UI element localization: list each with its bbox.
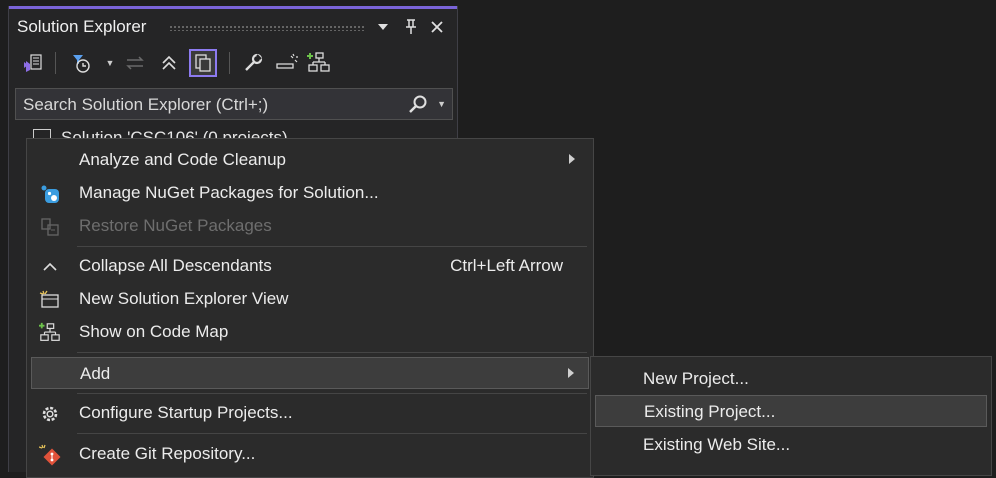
menu-item-label: Add	[80, 364, 111, 383]
close-icon[interactable]	[427, 17, 447, 37]
collapse-chevron-icon	[39, 256, 61, 278]
panel-title: Solution Explorer	[17, 17, 147, 36]
menu-item-label: Restore NuGet Packages	[79, 216, 272, 235]
menu-item-analyze-code-cleanup[interactable]: Analyze and Code Cleanup	[31, 144, 589, 176]
collapse-all-icon[interactable]	[155, 49, 183, 77]
submenu-item-new-project[interactable]: New Project...	[595, 363, 987, 395]
menu-separator	[77, 352, 587, 353]
code-map-icon[interactable]	[305, 49, 333, 77]
menu-separator	[77, 433, 587, 434]
menu-item-label: Show on Code Map	[79, 322, 229, 341]
pin-icon[interactable]	[401, 17, 421, 37]
menu-item-shortcut: Ctrl+Left Arrow	[450, 256, 563, 275]
properties-icon[interactable]	[239, 49, 267, 77]
panel-titlebar: Solution Explorer	[9, 9, 457, 43]
sync-icon[interactable]	[121, 49, 149, 77]
submenu-item-existing-web-site[interactable]: Existing Web Site...	[595, 429, 987, 461]
pending-changes-filter-icon[interactable]	[67, 49, 95, 77]
panel-toolbar: ▼	[9, 46, 457, 80]
search-box[interactable]: ▼	[15, 88, 453, 121]
toolbar-separator	[229, 52, 230, 74]
menu-item-label: Analyze and Code Cleanup	[79, 150, 286, 169]
submenu-arrow-icon	[568, 368, 574, 378]
vs-switch-views-icon[interactable]	[19, 49, 47, 77]
new-view-icon	[39, 289, 61, 311]
show-all-files-icon[interactable]	[189, 49, 217, 77]
menu-item-label: New Solution Explorer View	[79, 289, 289, 308]
menu-separator	[77, 246, 587, 247]
menu-item-add[interactable]: Add	[31, 357, 589, 389]
code-map-icon	[39, 322, 61, 344]
menu-item-label: Collapse All Descendants	[79, 256, 272, 275]
submenu-item-label: New Project...	[643, 369, 749, 388]
search-options-dropdown-icon[interactable]: ▼	[437, 99, 446, 109]
menu-item-label: Configure Startup Projects...	[79, 403, 293, 422]
submenu-item-existing-project[interactable]: Existing Project...	[595, 395, 987, 427]
submenu-item-label: Existing Project...	[644, 402, 776, 421]
preview-icon[interactable]	[273, 49, 301, 77]
menu-item-collapse-all-descendants[interactable]: Collapse All Descendants Ctrl+Left Arrow	[31, 250, 589, 282]
restore-packages-icon	[39, 216, 61, 238]
search-icon[interactable]	[408, 94, 428, 114]
menu-item-create-git-repository[interactable]: Create Git Repository...	[31, 438, 589, 470]
git-icon	[39, 444, 61, 466]
menu-item-manage-nuget[interactable]: Manage NuGet Packages for Solution...	[31, 177, 589, 209]
menu-item-show-on-code-map[interactable]: Show on Code Map	[31, 316, 589, 348]
menu-item-label: Create Git Repository...	[79, 444, 256, 463]
toolbar-separator	[55, 52, 56, 74]
nuget-icon	[39, 183, 61, 205]
add-submenu: New Project... Existing Project... Exist…	[590, 356, 992, 476]
filter-dropdown-icon[interactable]: ▼	[105, 56, 115, 70]
window-options-dropdown-icon[interactable]	[373, 17, 393, 37]
menu-item-label: Manage NuGet Packages for Solution...	[79, 183, 379, 202]
drag-grip[interactable]	[169, 25, 365, 31]
submenu-arrow-icon	[569, 154, 575, 164]
menu-item-configure-startup-projects[interactable]: Configure Startup Projects...	[31, 397, 589, 429]
menu-separator	[77, 393, 587, 394]
context-menu: Analyze and Code Cleanup Manage NuGet Pa…	[26, 138, 594, 478]
submenu-item-label: Existing Web Site...	[643, 435, 791, 454]
search-input[interactable]	[16, 89, 405, 121]
menu-item-restore-nuget[interactable]: Restore NuGet Packages	[31, 210, 589, 242]
gear-icon	[39, 403, 61, 425]
menu-item-new-solution-explorer-view[interactable]: New Solution Explorer View	[31, 283, 589, 315]
